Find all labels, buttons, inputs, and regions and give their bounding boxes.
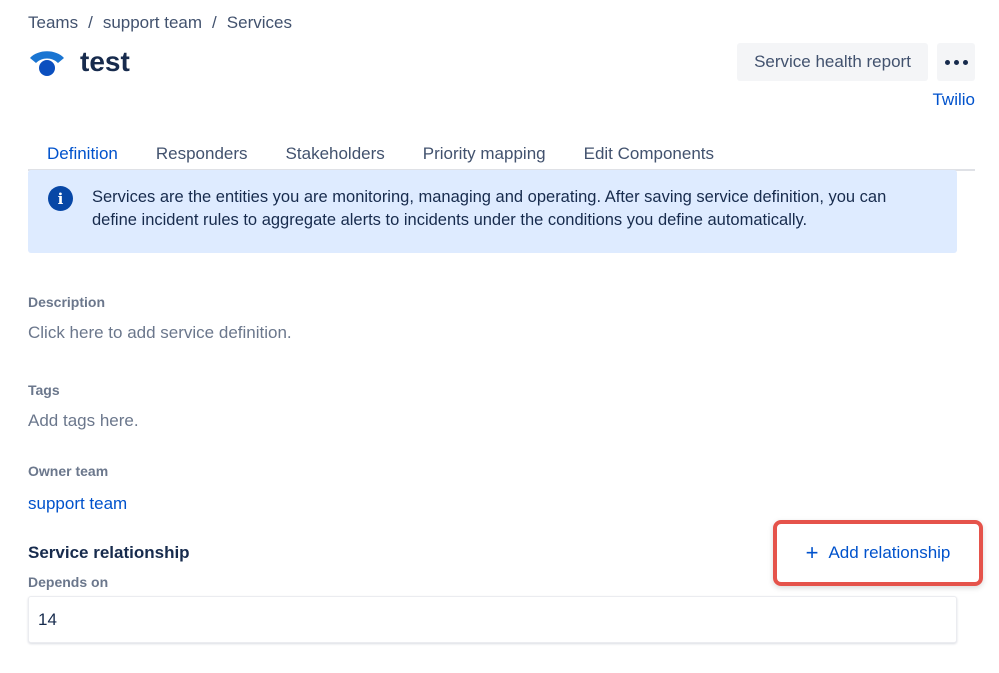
tab-edit-components[interactable]: Edit Components — [565, 140, 733, 171]
info-banner-line: Services are the entities you are monito… — [92, 188, 887, 206]
tab-stakeholders[interactable]: Stakeholders — [267, 140, 404, 171]
title-row: test — [28, 44, 130, 80]
add-relationship-label: Add relationship — [828, 543, 951, 562]
tab-definition[interactable]: Definition — [28, 140, 137, 173]
info-icon: i — [48, 186, 73, 211]
service-logo-icon — [30, 51, 64, 76]
plus-icon: + — [805, 540, 819, 565]
integration-link[interactable]: Twilio — [932, 90, 975, 110]
description-label: Description — [28, 294, 106, 310]
breadcrumb-support-team[interactable]: support team — [103, 13, 202, 33]
owner-team-label: Owner team — [28, 463, 109, 479]
breadcrumb-separator: / — [212, 13, 217, 32]
more-actions-button[interactable] — [937, 43, 975, 81]
breadcrumb-separator: / — [88, 13, 93, 32]
description-field[interactable]: Click here to add service definition. — [28, 323, 292, 343]
info-banner: Services are the entities you are monito… — [28, 170, 957, 253]
depends-on-label: Depends on — [28, 574, 109, 590]
more-dot-icon — [944, 59, 950, 65]
depends-on-item[interactable]: 14 — [28, 596, 957, 643]
service-health-report-button[interactable]: Service health report — [737, 43, 928, 81]
info-banner-line: define incident rules to aggregate alert… — [92, 211, 808, 229]
breadcrumb-services[interactable]: Services — [227, 13, 292, 33]
more-dot-icon — [962, 59, 968, 65]
breadcrumb-teams[interactable]: Teams — [28, 13, 78, 33]
add-relationship-button[interactable]: + Add relationship — [781, 528, 975, 578]
page-title: test — [80, 46, 130, 77]
tags-label: Tags — [28, 382, 60, 398]
owner-team-link[interactable]: support team — [28, 494, 127, 514]
tags-field[interactable]: Add tags here. — [28, 411, 139, 431]
tab-priority-mapping[interactable]: Priority mapping — [404, 140, 565, 171]
service-relationship-title: Service relationship — [28, 543, 190, 562]
breadcrumb: Teams / support team / Services — [28, 13, 292, 33]
tab-responders[interactable]: Responders — [137, 140, 267, 171]
service-page: Teams / support team / Services test Ser… — [0, 0, 999, 673]
more-dot-icon — [953, 59, 959, 65]
tab-bar: Definition Responders Stakeholders Prior… — [28, 140, 975, 173]
